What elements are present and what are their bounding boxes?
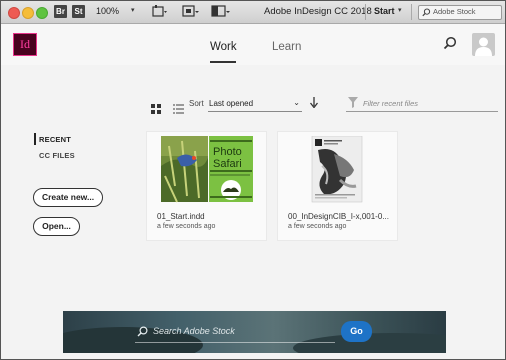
stock-footer-placeholder: Search Adobe Stock bbox=[153, 326, 235, 336]
create-new-button[interactable]: Create new... bbox=[33, 188, 103, 207]
adobe-stock-banner: Search Adobe Stock Go bbox=[63, 311, 446, 353]
thumb-text-safari: Safari bbox=[213, 158, 242, 170]
stock-button[interactable]: St bbox=[72, 5, 85, 18]
sort-dropdown[interactable]: Last opened ⌄ bbox=[208, 95, 302, 112]
filter-recent-files-input[interactable]: Filter recent files bbox=[346, 95, 498, 112]
file-time: a few seconds ago bbox=[157, 223, 216, 230]
sidebar-item-recent[interactable]: RECENT bbox=[39, 135, 71, 144]
active-section-indicator bbox=[34, 133, 36, 145]
stock-footer-search-input[interactable]: Search Adobe Stock bbox=[135, 322, 335, 343]
app-window: Br St 100% ▾ Adobe InDesign CC 2018 Star… bbox=[0, 0, 506, 360]
window-title: Adobe InDesign CC 2018 bbox=[264, 6, 372, 17]
file-name: 01_Start.indd bbox=[157, 212, 205, 221]
filter-placeholder: Filter recent files bbox=[363, 99, 419, 108]
separator bbox=[411, 4, 412, 20]
search-icon bbox=[422, 8, 431, 17]
sort-value: Last opened bbox=[209, 99, 254, 108]
open-button[interactable]: Open... bbox=[33, 217, 80, 236]
go-button[interactable]: Go bbox=[341, 321, 372, 342]
recent-file-card[interactable]: 00_InDesignCIB_I-x,001-0... a few second… bbox=[277, 131, 398, 241]
workspace-switcher[interactable]: Start bbox=[374, 6, 395, 16]
filter-icon bbox=[348, 97, 358, 108]
sidebar-item-cc-files[interactable]: CC FILES bbox=[39, 151, 75, 160]
stock-search-placeholder: Adobe Stock bbox=[433, 7, 476, 16]
sort-label: Sort bbox=[189, 99, 204, 108]
chevron-down-icon[interactable]: ▾ bbox=[398, 6, 402, 14]
tab-learn[interactable]: Learn bbox=[272, 41, 301, 53]
active-tab-indicator bbox=[210, 61, 236, 63]
view-options-icon[interactable] bbox=[152, 5, 168, 23]
file-thumbnail bbox=[278, 135, 397, 203]
list-view-icon[interactable] bbox=[173, 101, 184, 119]
avatar[interactable] bbox=[472, 33, 495, 56]
indesign-logo: Id bbox=[13, 33, 37, 56]
chevron-down-icon[interactable]: ▾ bbox=[131, 6, 135, 14]
search-icon bbox=[137, 326, 148, 337]
tab-work[interactable]: Work bbox=[210, 41, 237, 53]
grid-view-icon[interactable] bbox=[151, 101, 161, 119]
stock-search-input[interactable]: Adobe Stock bbox=[418, 5, 502, 20]
separator bbox=[365, 4, 366, 20]
zoom-window-button[interactable] bbox=[36, 7, 48, 19]
thumb-text-photo: Photo bbox=[213, 146, 242, 158]
zoom-level[interactable]: 100% bbox=[96, 6, 119, 16]
file-time: a few seconds ago bbox=[288, 223, 347, 230]
file-name: 00_InDesignCIB_I-x,001-0... bbox=[288, 212, 389, 221]
minimize-window-button[interactable] bbox=[22, 7, 34, 19]
start-header: Id Work Learn bbox=[1, 24, 505, 65]
stock-footer: Search Adobe Stock Go bbox=[1, 297, 505, 359]
chevron-down-icon: ⌄ bbox=[293, 98, 300, 107]
bridge-button[interactable]: Br bbox=[54, 5, 67, 18]
arrange-documents-icon[interactable] bbox=[211, 5, 231, 23]
search-icon[interactable] bbox=[443, 36, 457, 55]
recent-file-card[interactable]: Photo Safari 01_Start.indd a few seconds… bbox=[146, 131, 267, 241]
recent-files-area: Sort Last opened ⌄ Filter recent files R… bbox=[1, 65, 505, 297]
screen-mode-icon[interactable] bbox=[182, 5, 200, 23]
file-thumbnail: Photo Safari bbox=[147, 136, 266, 203]
close-window-button[interactable] bbox=[8, 7, 20, 19]
sort-direction-icon[interactable] bbox=[309, 97, 319, 111]
title-bar: Br St 100% ▾ Adobe InDesign CC 2018 Star… bbox=[1, 1, 505, 24]
